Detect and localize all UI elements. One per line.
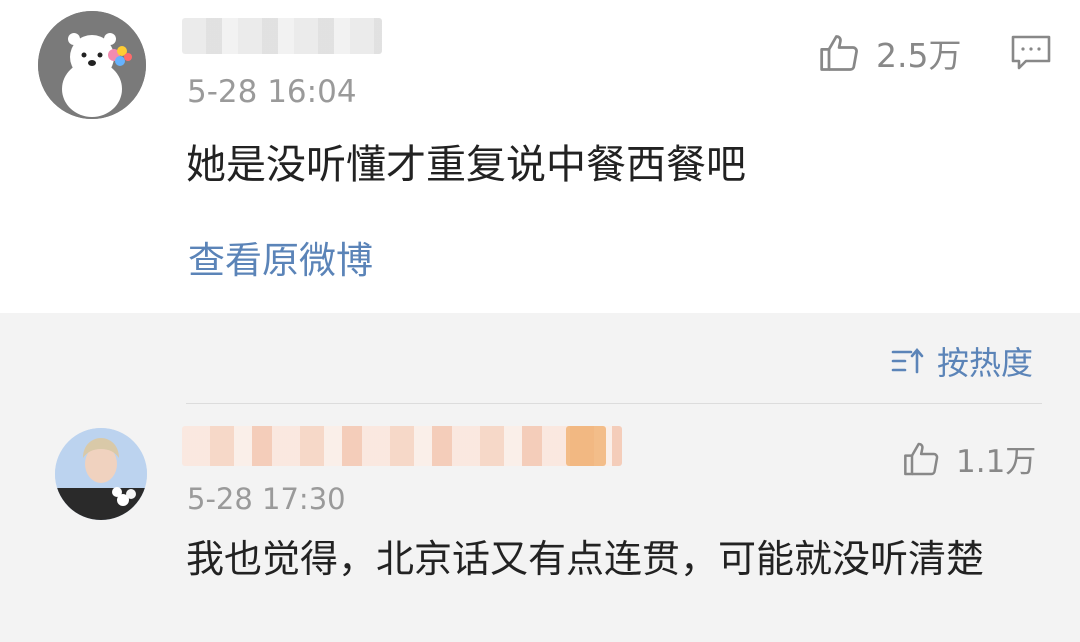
reply-text: 我也觉得，北京话又有点连贯，可能就没听清楚 [186, 537, 985, 581]
post-text: 她是没听懂才重复说中餐西餐吧 [186, 142, 746, 188]
reply-avatar[interactable] [55, 428, 147, 520]
reply-like-count: 1.1万 [956, 444, 1037, 480]
main-post: 5-28 16:04 2.5万 她是没听懂才重复说中餐西餐吧 查看原微博 [0, 0, 1080, 313]
like-button[interactable]: 2.5万 [818, 29, 961, 77]
divider [186, 403, 1042, 404]
reply-username-blurred[interactable] [182, 426, 622, 466]
username-blurred[interactable] [182, 18, 382, 54]
view-original-link[interactable]: 查看原微博 [188, 230, 373, 284]
avatar[interactable] [38, 11, 146, 119]
reply-time: 5-28 17:30 [187, 482, 346, 516]
comment-icon[interactable] [1010, 34, 1052, 76]
reply-like-button[interactable]: 1.1万 [902, 436, 1036, 481]
thumbs-up-icon [820, 35, 858, 71]
like-count: 2.5万 [876, 36, 962, 75]
thumbs-up-icon [904, 442, 939, 475]
post-time: 5-28 16:04 [187, 74, 357, 110]
sort-label: 按热度 [937, 344, 1034, 382]
reply-username-blurred-accent [566, 426, 606, 466]
sort-icon [891, 347, 924, 374]
sort-by-hot-button[interactable]: 按热度 [891, 338, 1033, 384]
